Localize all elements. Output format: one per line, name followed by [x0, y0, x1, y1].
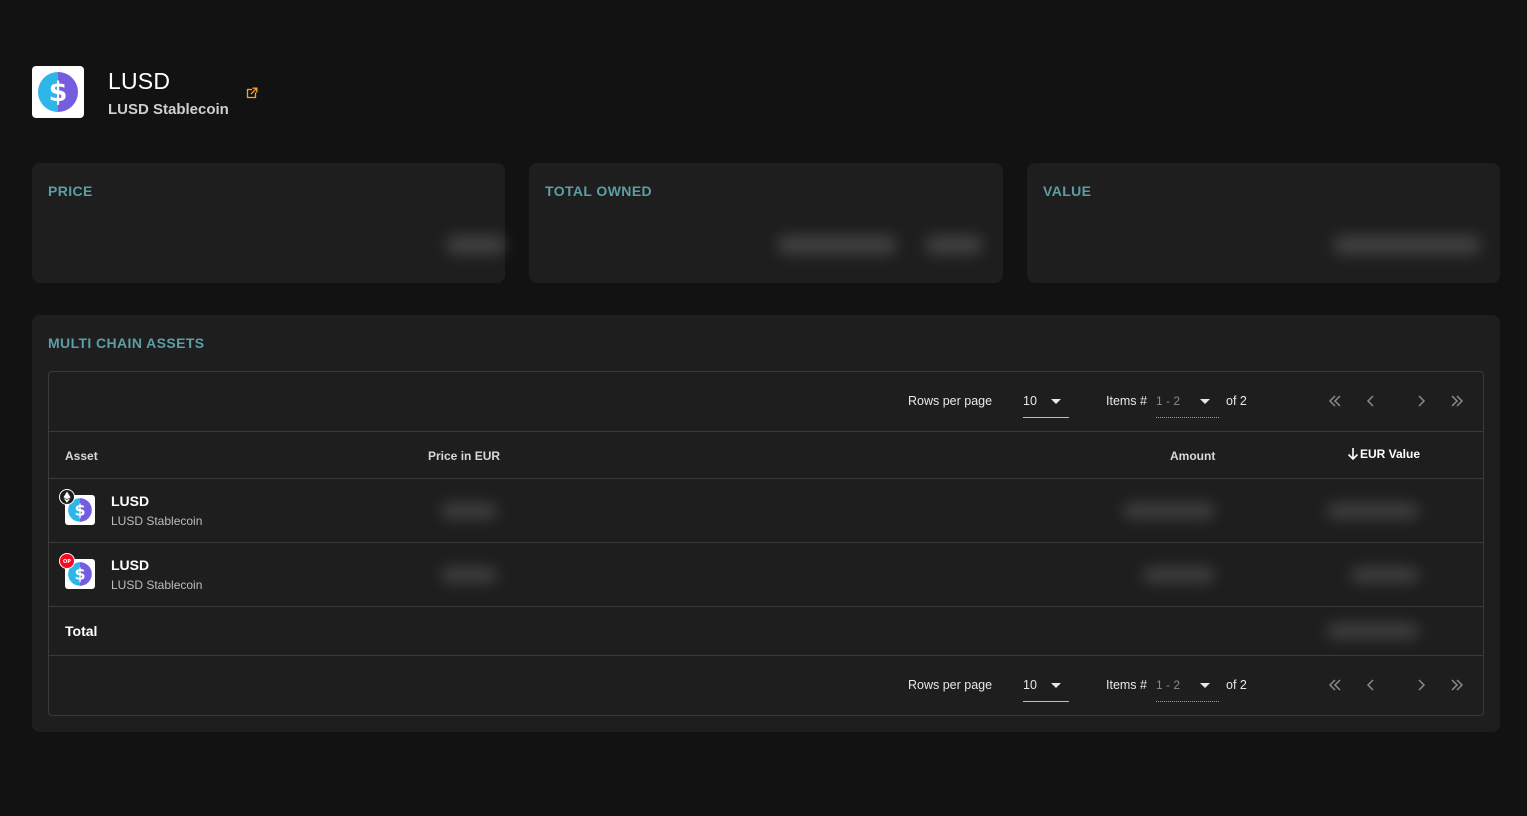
last-page-button[interactable] [1445, 673, 1469, 697]
rows-per-page-label: Rows per page [908, 678, 993, 692]
first-page-button[interactable] [1323, 673, 1347, 697]
chevron-down-icon [1051, 683, 1061, 688]
items-label: Items # [1106, 678, 1147, 692]
total-row: Total [49, 607, 1483, 656]
table-row[interactable]: $ LUSD LUSD Stablecoin [49, 479, 1483, 543]
asset-header: $ LUSD LUSD Stablecoin [32, 66, 258, 118]
rows-per-page-value: 10 [1023, 678, 1037, 692]
chevron-left-icon [1366, 679, 1374, 691]
optimism-icon: OP [59, 553, 75, 569]
rows-per-page-label: Rows per page [908, 394, 993, 408]
asset-symbol: LUSD [108, 68, 171, 94]
previous-page-button[interactable] [1359, 389, 1383, 413]
assets-table: Rows per page 10 Items # 1 - 2 of 2 Asse… [48, 371, 1484, 716]
arrow-down-icon [1347, 448, 1359, 461]
price-card: PRICE [32, 163, 506, 283]
column-header-price[interactable]: Price in EUR [428, 449, 500, 463]
eur-value-header-label: EUR Value [1360, 447, 1421, 461]
section-title: MULTI CHAIN ASSETS [48, 335, 205, 351]
asset-icon: $ OP [59, 553, 97, 591]
price-blurred [441, 503, 497, 519]
items-total-label: of 2 [1226, 394, 1247, 408]
last-page-button[interactable] [1445, 389, 1469, 413]
asset-name: LUSD Stablecoin [111, 578, 203, 592]
next-page-button[interactable] [1409, 389, 1433, 413]
ethereum-icon [59, 489, 75, 505]
multi-chain-assets-section: MULTI CHAIN ASSETS Rows per page 10 Item… [32, 315, 1500, 732]
svg-text:$: $ [74, 500, 85, 519]
price-blurred [441, 567, 497, 583]
chevron-left-icon [1366, 395, 1374, 407]
chevron-right-icon [1418, 395, 1426, 407]
total-owned-unit-blurred [925, 235, 983, 255]
total-owned-card: TOTAL OWNED [529, 163, 1003, 283]
table-row[interactable]: $ OP LUSD LUSD Stablecoin [49, 543, 1483, 607]
chevron-down-icon [1051, 399, 1061, 404]
rows-per-page-select[interactable]: 10 [1023, 386, 1069, 418]
table-header: Asset Price in EUR Amount EUR Value [49, 431, 1483, 479]
items-range-select[interactable]: 1 - 2 [1156, 386, 1219, 418]
svg-text:$: $ [49, 77, 68, 108]
svg-text:$: $ [74, 564, 85, 583]
asset-name: LUSD Stablecoin [111, 514, 203, 528]
column-header-asset[interactable]: Asset [65, 449, 98, 463]
rows-per-page-select[interactable]: 10 [1023, 670, 1069, 702]
chevron-down-icon [1200, 683, 1210, 688]
lusd-logo-icon: $ [32, 66, 84, 118]
pagination-bottom: Rows per page 10 Items # 1 - 2 of 2 [49, 656, 1483, 714]
rows-per-page-value: 10 [1023, 394, 1037, 408]
external-link-icon[interactable] [246, 86, 258, 99]
price-value-blurred [446, 235, 506, 255]
total-label: Total [65, 623, 98, 639]
svg-text:OP: OP [63, 559, 71, 565]
chevron-double-right-icon [1451, 395, 1464, 407]
chevron-down-icon [1200, 399, 1210, 404]
total-owned-value-blurred [777, 235, 897, 255]
eur-value-blurred [1351, 567, 1419, 583]
value-label: VALUE [1043, 183, 1092, 199]
asset-symbol: LUSD [111, 557, 150, 573]
column-header-eur-value[interactable]: EUR Value [1346, 447, 1420, 461]
total-value-blurred [1327, 623, 1419, 639]
eur-value-blurred [1327, 503, 1419, 519]
price-label: PRICE [48, 183, 93, 199]
items-range-value: 1 - 2 [1156, 394, 1181, 408]
previous-page-button[interactable] [1359, 673, 1383, 697]
chevron-right-icon [1418, 679, 1426, 691]
asset-symbol: LUSD [111, 493, 150, 509]
amount-blurred [1123, 503, 1215, 519]
total-owned-label: TOTAL OWNED [545, 183, 653, 199]
items-range-value: 1 - 2 [1156, 678, 1181, 692]
next-page-button[interactable] [1409, 673, 1433, 697]
first-page-button[interactable] [1323, 389, 1347, 413]
amount-blurred [1143, 567, 1215, 583]
chevron-double-right-icon [1451, 679, 1464, 691]
pagination-top: Rows per page 10 Items # 1 - 2 of 2 [49, 372, 1483, 430]
items-label: Items # [1106, 394, 1147, 408]
asset-name: LUSD Stablecoin [108, 101, 229, 118]
items-range-select[interactable]: 1 - 2 [1156, 670, 1219, 702]
chevron-double-left-icon [1328, 679, 1341, 691]
value-amount-blurred [1333, 235, 1481, 255]
items-total-label: of 2 [1226, 678, 1247, 692]
chevron-double-left-icon [1328, 395, 1341, 407]
column-header-amount[interactable]: Amount [1170, 449, 1215, 463]
asset-icon: $ [59, 489, 97, 527]
value-card: VALUE [1027, 163, 1500, 283]
